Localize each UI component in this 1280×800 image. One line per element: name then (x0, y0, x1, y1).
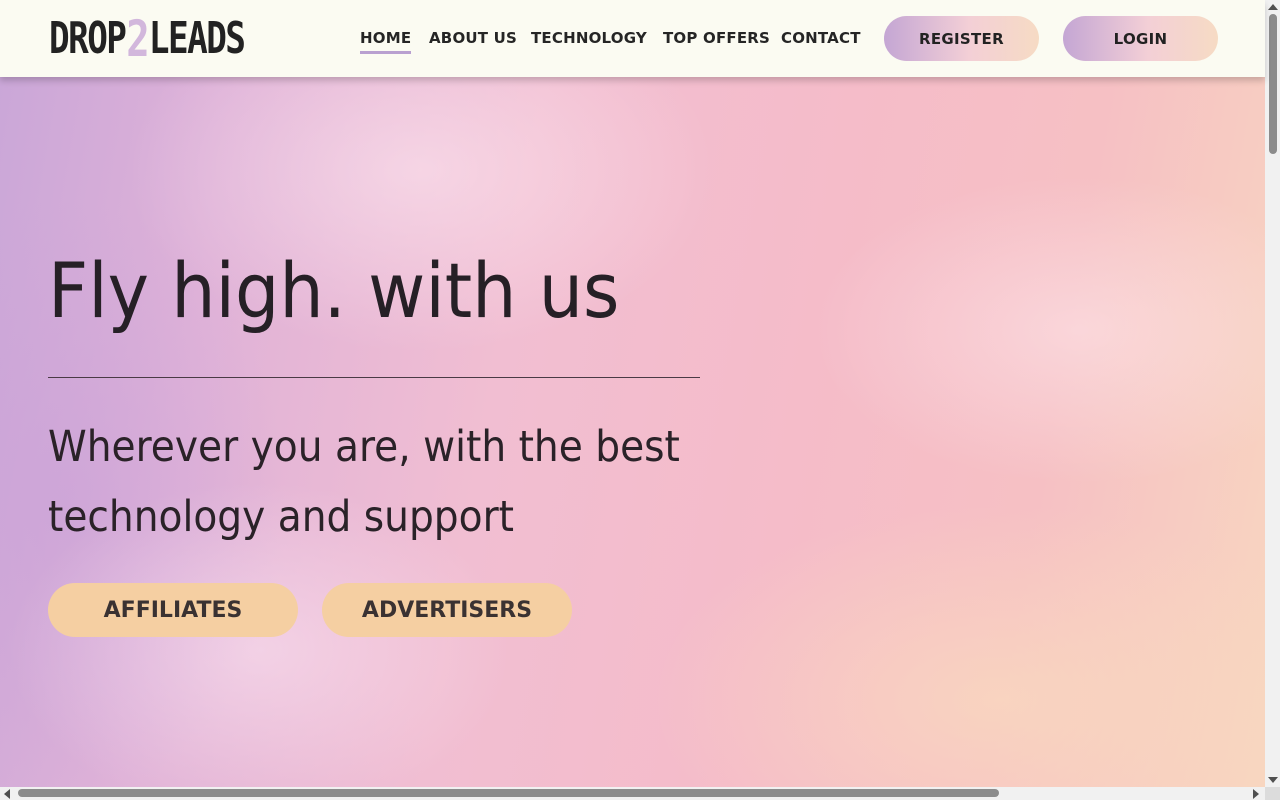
hero-subheading-line-2: technology and support (48, 492, 515, 542)
login-button[interactable]: LOGIN (1063, 16, 1218, 61)
scroll-left-arrow-icon[interactable] (4, 789, 10, 799)
hero-section: Fly high. with us Wherever you are, with… (0, 0, 1265, 787)
nav-contact[interactable]: CONTACT (781, 29, 861, 47)
vertical-scroll-thumb[interactable] (1269, 14, 1277, 154)
logo-text-two: 2 (126, 10, 149, 68)
nav-about-us[interactable]: ABOUT US (429, 29, 517, 47)
hero-headline: Fly high. with us (48, 246, 620, 335)
logo-text-drop: DROP (49, 13, 127, 64)
nav-home[interactable]: HOME (360, 29, 412, 54)
hero-divider (48, 377, 700, 378)
site-header: DROP 2 LEADS HOME ABOUT US TECHNOLOGY TOP … (0, 0, 1265, 77)
scrollbar-corner (1265, 787, 1280, 800)
affiliates-button[interactable]: AFFILIATES (48, 583, 298, 637)
scroll-up-arrow-icon[interactable] (1268, 4, 1278, 10)
nav-top-offers[interactable]: TOP OFFERS (663, 29, 770, 47)
vertical-scrollbar[interactable] (1265, 0, 1280, 787)
horizontal-scroll-thumb[interactable] (18, 789, 999, 797)
scroll-right-arrow-icon[interactable] (1253, 789, 1259, 799)
scroll-down-arrow-icon[interactable] (1268, 777, 1278, 783)
nav-technology[interactable]: TECHNOLOGY (531, 29, 647, 47)
hero-subheading-line-1: Wherever you are, with the best (48, 422, 680, 472)
logo[interactable]: DROP 2 LEADS (49, 10, 246, 68)
register-button[interactable]: REGISTER (884, 16, 1039, 61)
decorative-ticks (0, 755, 1265, 787)
hero-subheading: Wherever you are, with the best technolo… (48, 412, 703, 552)
logo-text-leads: LEADS (148, 13, 246, 64)
advertisers-button[interactable]: ADVERTISERS (322, 583, 572, 637)
horizontal-scrollbar[interactable] (0, 787, 1280, 800)
